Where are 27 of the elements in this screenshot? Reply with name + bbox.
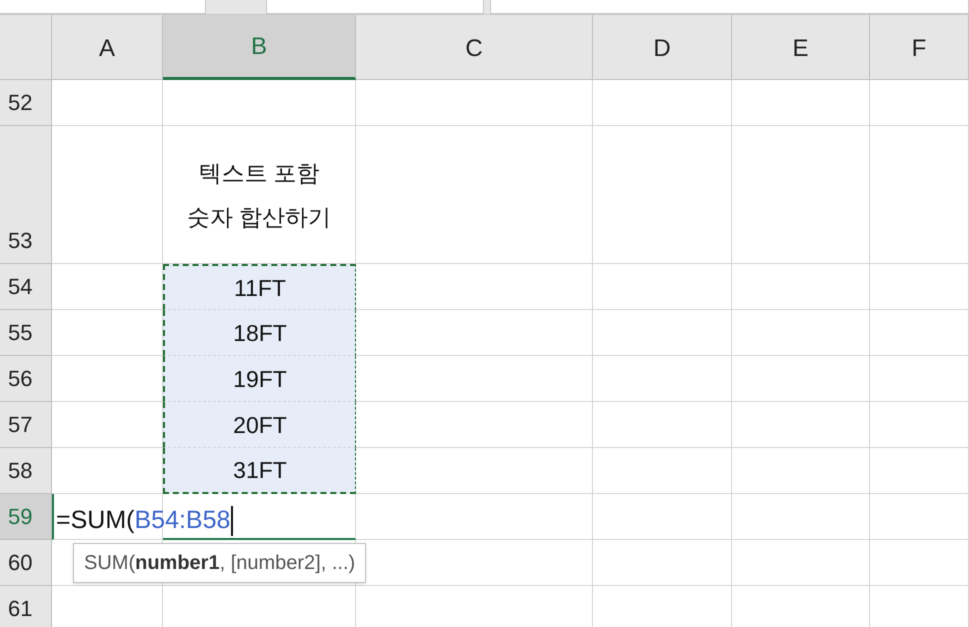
row-header[interactable]: 53 [0,126,52,264]
column-header[interactable]: A [52,15,163,80]
formula-input[interactable]: =SUM(B54:B58 [56,502,234,540]
table-cell: 19FT [163,356,356,402]
row-header[interactable]: 60 [0,540,52,586]
function-tooltip: SUM(number1, [number2], ...) [73,543,366,583]
column-header[interactable]: F [870,15,969,80]
table-cell: 31FT [163,448,356,494]
name-box[interactable] [0,0,206,14]
select-all-corner[interactable] [0,15,52,80]
row-header[interactable]: 59 [0,494,52,540]
column-header[interactable]: E [732,15,870,80]
table-cell: 18FT [163,310,356,356]
row-header[interactable]: 54 [0,264,52,310]
column-header[interactable]: D [593,15,732,80]
table-cell: 11FT [163,264,356,310]
row-header[interactable]: 58 [0,448,52,494]
row-header[interactable]: 56 [0,356,52,402]
column-header[interactable]: C [356,15,593,80]
row-header[interactable]: 55 [0,310,52,356]
row-header[interactable]: 57 [0,402,52,448]
row-header[interactable]: 52 [0,80,52,126]
row-header[interactable]: 61 [0,586,52,627]
table-cell: 20FT [163,402,356,448]
column-header[interactable]: B [163,15,356,80]
function-field[interactable] [266,0,484,14]
formula-bar[interactable] [490,0,969,14]
